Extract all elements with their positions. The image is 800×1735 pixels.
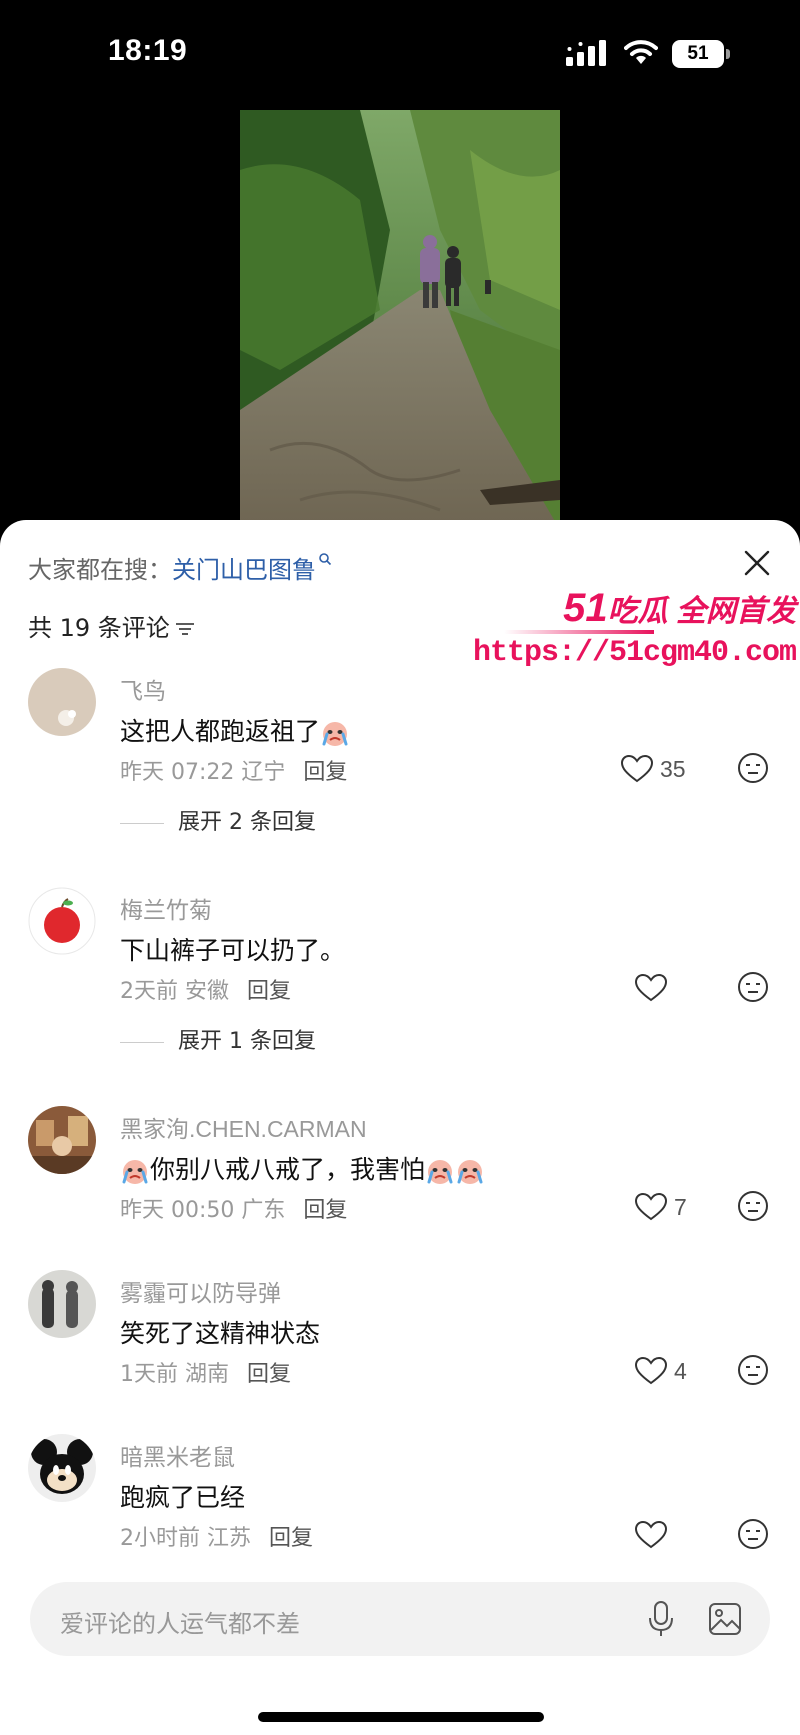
comment-input-placeholder: 爱评论的人运气都不差 (60, 1610, 300, 1638)
comment-username[interactable]: 飞鸟 (120, 672, 166, 706)
comment-location: 辽宁 (241, 760, 286, 785)
like-button[interactable]: 7 (620, 1190, 730, 1226)
avatar[interactable] (28, 1270, 96, 1338)
reply-button[interactable]: 回复 (303, 760, 347, 785)
comment-count-label: 共 19 条评论 (28, 614, 170, 642)
comment-count[interactable]: 共 19 条评论 (28, 608, 196, 643)
crying-emoji-icon (122, 1160, 148, 1184)
trending-search-term[interactable]: 关门山巴图鲁 (172, 556, 316, 584)
comment-location: 广东 (241, 1198, 286, 1223)
comment-username[interactable]: 黑家洵.CHEN.CARMAN (120, 1110, 367, 1144)
video-player[interactable] (240, 110, 560, 530)
avatar[interactable] (28, 1434, 96, 1502)
crying-emoji-icon (322, 722, 348, 746)
comment-time: 昨天 07:22 (120, 760, 235, 785)
microphone-icon[interactable] (648, 1600, 674, 1638)
comment-sheet: 大家都在搜：关门山巴图鲁 共 19 条评论 51吃瓜 全网首发 https://… (0, 520, 800, 1735)
expand-divider (120, 822, 164, 824)
comment-time: 2小时前 (120, 1526, 200, 1551)
emoji-reaction-icon[interactable] (737, 1190, 769, 1222)
status-time: 18:19 (108, 34, 188, 67)
reply-button[interactable]: 回复 (303, 1198, 347, 1223)
crying-emoji-icon (427, 1160, 453, 1184)
emoji-reaction-icon[interactable] (737, 1354, 769, 1386)
image-picker-icon[interactable] (708, 1602, 742, 1636)
like-button[interactable] (620, 1518, 730, 1554)
comment-location: 安徽 (185, 979, 230, 1004)
comment-text: 这把人都跑返祖了 (120, 712, 350, 748)
heart-icon (634, 973, 668, 1002)
heart-icon (634, 1520, 668, 1549)
comment-time: 昨天 00:50 (120, 1198, 235, 1223)
comment-username[interactable]: 梅兰竹菊 (120, 891, 212, 925)
app-screen: 18:19 51 大家都在搜：关门山巴图鲁 共 19 条评论 51吃瓜 全网首发… (0, 0, 800, 1735)
like-button[interactable]: 4 (620, 1354, 730, 1390)
trending-search[interactable]: 大家都在搜：关门山巴图鲁 (28, 550, 332, 585)
comment-input[interactable]: 爱评论的人运气都不差 (30, 1582, 770, 1656)
battery-level: 51 (672, 40, 724, 68)
heart-icon (634, 1356, 668, 1385)
expand-replies[interactable]: 展开 1 条回复 (120, 1023, 316, 1055)
like-button[interactable]: 35 (620, 752, 730, 788)
emoji-reaction-icon[interactable] (737, 1518, 769, 1550)
like-button[interactable] (620, 971, 730, 1007)
search-icon (319, 553, 332, 566)
heart-icon (634, 1192, 668, 1221)
battery-tip (726, 49, 730, 59)
comment-text-content: 这把人都跑返祖了 (120, 717, 321, 746)
status-bar: 18:19 51 (0, 0, 800, 110)
home-indicator[interactable] (258, 1712, 544, 1722)
crying-emoji-icon (457, 1160, 483, 1184)
comment-text: 跑疯了已经 (120, 1483, 246, 1512)
like-count: 35 (660, 756, 686, 782)
like-count: 4 (674, 1358, 687, 1384)
expand-replies-label: 展开 2 条回复 (178, 810, 316, 835)
comment-time: 1天前 (120, 1362, 178, 1387)
watermark-text: 吃瓜 全网首发 (607, 595, 796, 628)
expand-divider (120, 1041, 164, 1043)
watermark-number: 51 (563, 586, 608, 630)
comment-meta: 2天前 安徽 回复 (120, 973, 291, 1005)
comment-location: 江苏 (207, 1526, 252, 1551)
comment-meta: 昨天 00:50 广东 回复 (120, 1192, 347, 1224)
comment-meta: 昨天 07:22 辽宁 回复 (120, 754, 347, 786)
trending-search-prefix: 大家都在搜： (28, 556, 172, 584)
reply-button[interactable]: 回复 (269, 1526, 313, 1551)
reply-button[interactable]: 回复 (247, 979, 291, 1004)
signal-icon (566, 40, 606, 66)
comment-location: 湖南 (185, 1362, 230, 1387)
emoji-reaction-icon[interactable] (737, 971, 769, 1003)
close-icon[interactable] (742, 548, 772, 578)
avatar[interactable] (28, 668, 96, 736)
emoji-reaction-icon[interactable] (737, 752, 769, 784)
battery-indicator: 51 (672, 40, 730, 68)
watermark: 51吃瓜 全网首发 https://51cgm40.com (473, 586, 800, 686)
watermark-url: https://51cgm40.com (472, 636, 797, 670)
video-scene (240, 110, 560, 530)
avatar[interactable] (28, 1106, 96, 1174)
comment-username[interactable]: 雾霾可以防导弹 (120, 1274, 281, 1308)
comment-text: 笑死了这精神状态 (120, 1319, 321, 1348)
heart-icon (620, 754, 654, 783)
comment-text: 下山裤子可以扔了。 (120, 936, 346, 965)
watermark-title: 51吃瓜 全网首发 (563, 586, 796, 631)
like-count: 7 (674, 1194, 687, 1220)
comment-text: 你别八戒八戒了，我害怕 (120, 1150, 485, 1186)
wifi-icon (624, 40, 658, 64)
watermark-line (504, 630, 654, 634)
comment-meta: 1天前 湖南 回复 (120, 1356, 291, 1388)
expand-replies-label: 展开 1 条回复 (178, 1029, 316, 1054)
comment-text-content: 你别八戒八戒了，我害怕 (150, 1155, 426, 1184)
comment-time: 2天前 (120, 979, 178, 1004)
comment-username[interactable]: 暗黑米老鼠 (120, 1438, 235, 1472)
reply-button[interactable]: 回复 (247, 1362, 291, 1387)
avatar[interactable] (28, 887, 96, 955)
comment-meta: 2小时前 江苏 回复 (120, 1520, 313, 1552)
sort-filter-icon[interactable] (174, 620, 196, 638)
expand-replies[interactable]: 展开 2 条回复 (120, 804, 316, 836)
